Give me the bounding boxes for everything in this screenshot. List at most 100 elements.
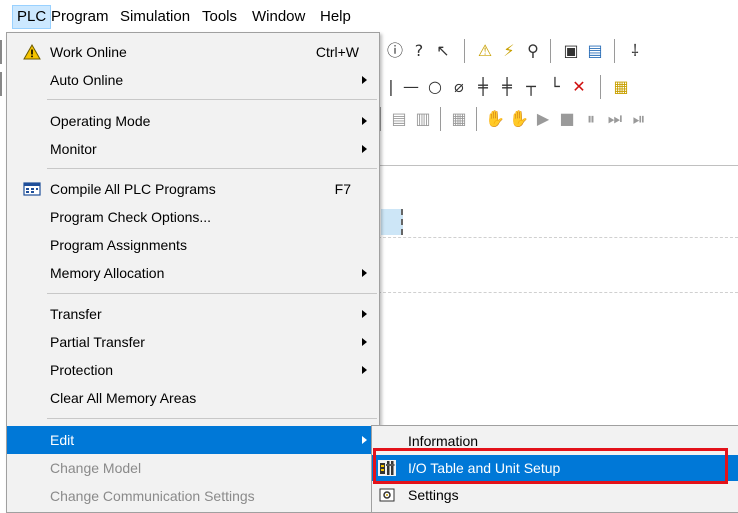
menu-separator [47, 418, 377, 419]
delete-line-icon[interactable]: ✕ [568, 76, 590, 98]
toolbar-bottom-border [378, 165, 738, 166]
step-run-icon[interactable]: ⏯ [628, 108, 650, 130]
background-toolbars: ⓘ ? ↖ ⚠ ⚡ ⚲ ▣ ▤ ⸸ | — ○ ⌀ ╪ ╪ ┬ └ ✕ ▦ ▤ … [378, 32, 738, 162]
plc-transfer-icon[interactable]: ▤ [584, 40, 606, 62]
submenu-item-settings[interactable]: Settings [372, 482, 738, 508]
menu-separator [47, 293, 377, 294]
submenu-arrow-icon [362, 366, 367, 374]
network-icon[interactable]: ⸸ [624, 40, 646, 62]
menu-item-label: Change Model [50, 460, 142, 476]
menu-item-label: Monitor [50, 141, 97, 157]
rung-guide [378, 292, 738, 293]
toolbar-separator [380, 107, 384, 131]
menu-item-change-model[interactable]: Change Model [7, 454, 379, 482]
toolbar-separator [600, 75, 604, 99]
stop-icon[interactable]: ■ [556, 108, 578, 130]
closed-contact-icon[interactable]: ╪ [496, 76, 518, 98]
menu-item-label: Partial Transfer [50, 334, 145, 350]
run-icon[interactable]: ▶ [532, 108, 554, 130]
menu-item-label: Work Online [50, 44, 127, 60]
coil-icon[interactable]: ○ [424, 76, 446, 98]
toolbar-row-3: ▤ ▥ ▦ ✋ ✋ ▶ ■ ⏸ ⏭ ⏯ [378, 104, 738, 134]
menu-item-monitor[interactable]: Monitor [7, 135, 379, 163]
menu-item-label: Memory Allocation [50, 265, 165, 281]
menu-item-edit[interactable]: Edit [7, 426, 379, 454]
compile-icon [23, 182, 41, 196]
plc-icon[interactable]: ▣ [560, 40, 582, 62]
line-corner-icon[interactable]: └ [544, 76, 566, 98]
menu-simulation[interactable]: Simulation [116, 6, 194, 28]
menu-item-program-check-options[interactable]: Program Check Options... [7, 203, 379, 231]
toolbar-separator [614, 39, 618, 63]
instruction-icon[interactable]: ┬ [520, 76, 542, 98]
menu-item-partial-transfer[interactable]: Partial Transfer [7, 328, 379, 356]
help-icon[interactable]: ? [408, 40, 430, 62]
menu-tools[interactable]: Tools [198, 6, 241, 28]
menu-item-label: Auto Online [50, 72, 124, 88]
edit-submenu: Information I/O Table and Unit Setup Set… [371, 425, 738, 513]
menu-item-work-online[interactable]: Work Online Ctrl+W [7, 38, 379, 66]
submenu-arrow-icon [362, 338, 367, 346]
monitor-icon[interactable]: ▤ [388, 108, 410, 130]
menu-item-label: Clear All Memory Areas [50, 390, 197, 406]
toolbar-separator [440, 107, 444, 131]
submenu-arrow-icon [362, 269, 367, 277]
shortcut-label: Ctrl+W [315, 44, 359, 60]
menu-item-label: Program Check Options... [50, 209, 212, 225]
io-table-icon [378, 460, 396, 476]
menu-item-clear-memory[interactable]: Clear All Memory Areas [7, 384, 379, 412]
menu-item-memory-allocation[interactable]: Memory Allocation [7, 259, 379, 287]
ladder-cursor [381, 209, 403, 235]
menu-item-label: Protection [50, 362, 114, 378]
warning-online-icon[interactable]: ⚠ [474, 40, 496, 62]
contact-icon[interactable]: ╪ [472, 76, 494, 98]
find-online-icon[interactable]: ⚲ [522, 40, 544, 62]
menu-item-label: Transfer [50, 306, 102, 322]
menu-window[interactable]: Window [248, 6, 309, 28]
menu-item-label: Compile All PLC Programs [50, 181, 216, 197]
menu-item-operating-mode[interactable]: Operating Mode [7, 107, 379, 135]
menu-item-auto-online[interactable]: Auto Online [7, 66, 379, 94]
menu-item-transfer[interactable]: Transfer [7, 300, 379, 328]
menu-item-label: Edit [50, 432, 75, 448]
ladder-view-icon[interactable]: ▦ [610, 76, 632, 98]
horizontal-line-icon[interactable]: — [400, 76, 422, 98]
submenu-arrow-icon [362, 117, 367, 125]
menu-item-program-assignments[interactable]: Program Assignments [7, 231, 379, 259]
menu-bar: PLC Program Simulation Tools Window Help [0, 0, 738, 32]
menu-item-change-communication-settings[interactable]: Change Communication Settings [7, 482, 379, 510]
warning-icon [23, 44, 41, 60]
menu-plc[interactable]: PLC [12, 5, 52, 29]
menu-program[interactable]: Program [47, 6, 113, 28]
negated-coil-icon[interactable]: ⌀ [448, 76, 470, 98]
menu-item-label: Change Communication Settings [50, 488, 255, 504]
menu-item-compile-all[interactable]: Compile All PLC Programs F7 [7, 175, 379, 203]
submenu-item-io-table[interactable]: I/O Table and Unit Setup [372, 455, 738, 481]
settings-icon [379, 488, 395, 502]
menu-item-label: I/O Table and Unit Setup [408, 460, 561, 476]
submenu-arrow-icon [362, 76, 367, 84]
submenu-arrow-icon [362, 145, 367, 153]
force-icon[interactable]: ✋ [484, 108, 506, 130]
menu-item-label: Operating Mode [50, 113, 151, 129]
info-icon[interactable]: ⓘ [384, 40, 406, 62]
data-trace-icon[interactable]: ▦ [448, 108, 470, 130]
menu-help[interactable]: Help [316, 6, 355, 28]
toolbar-separator [550, 39, 554, 63]
auto-online-icon[interactable]: ⚡ [498, 40, 520, 62]
menu-item-protection[interactable]: Protection [7, 356, 379, 384]
menu-item-label: Program Assignments [50, 237, 187, 253]
shortcut-label: F7 [334, 181, 351, 197]
menu-separator [47, 168, 377, 169]
context-help-icon[interactable]: ↖ [432, 40, 454, 62]
menu-item-label: Settings [408, 487, 459, 503]
toolbar-row-1: ⓘ ? ↖ ⚠ ⚡ ⚲ ▣ ▤ ⸸ [378, 36, 738, 66]
ladder-line-icon[interactable]: | [380, 76, 402, 98]
step-icon[interactable]: ⏭ [604, 108, 626, 130]
differential-monitor-icon[interactable]: ▥ [412, 108, 434, 130]
rung-guide [378, 237, 738, 238]
submenu-arrow-icon [362, 310, 367, 318]
set-icon[interactable]: ✋ [508, 108, 530, 130]
pause-icon[interactable]: ⏸ [580, 108, 602, 130]
submenu-item-information[interactable]: Information [372, 428, 738, 454]
